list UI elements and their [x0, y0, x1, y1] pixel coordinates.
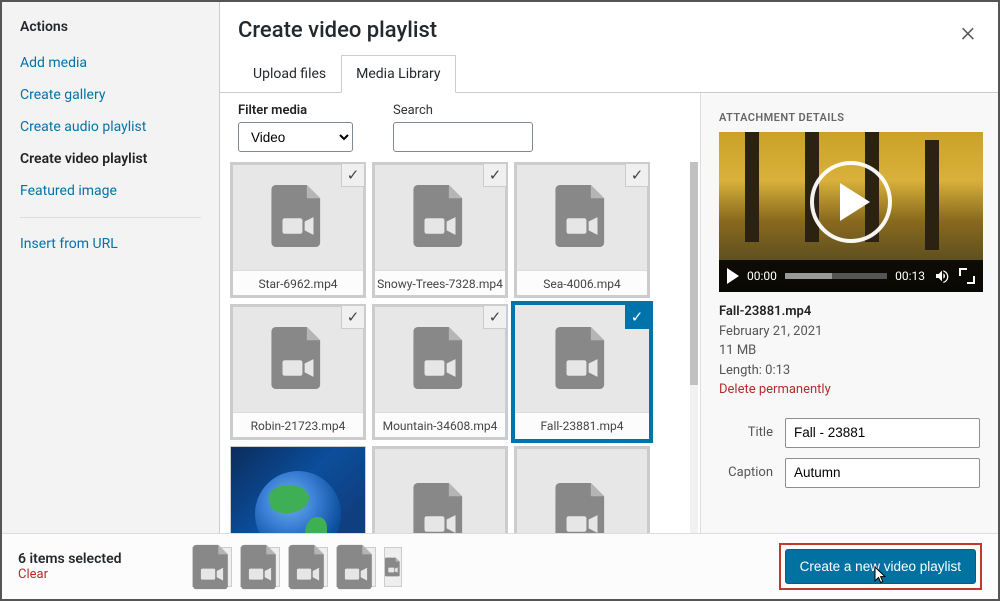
- media-tile[interactable]: [514, 446, 650, 533]
- caption-field-label: Caption: [719, 465, 773, 480]
- detail-heading: ATTACHMENT DETAILS: [719, 111, 980, 124]
- grid-scrollbar[interactable]: [690, 162, 698, 533]
- insert-url-link[interactable]: Insert from URL: [20, 228, 201, 260]
- file-video-icon: [373, 447, 507, 533]
- media-tile[interactable]: [230, 446, 366, 533]
- media-tile[interactable]: Fall-23881.mp4 ✓: [514, 304, 650, 440]
- media-tile[interactable]: [372, 446, 508, 533]
- media-grid: Star-6962.mp4✓Snowy-Trees-7328.mp4✓Sea-4…: [230, 162, 688, 533]
- time-duration: 00:13: [895, 269, 925, 283]
- filter-media-label: Filter media: [238, 103, 353, 118]
- actions-heading: Actions: [20, 19, 201, 35]
- selection-count: 6 items selected: [18, 551, 178, 567]
- delete-permanently-link[interactable]: Delete permanently: [719, 380, 980, 400]
- tabs: Upload files Media Library: [220, 43, 998, 93]
- selection-thumb[interactable]: [336, 547, 376, 587]
- tile-label: Mountain-34608.mp4: [373, 412, 507, 439]
- meta-filename: Fall-23881.mp4: [719, 302, 980, 322]
- meta-size: 11 MB: [719, 341, 980, 361]
- play-overlay-icon[interactable]: [810, 161, 892, 243]
- play-button-icon[interactable]: [727, 268, 739, 284]
- meta-length: Length: 0:13: [719, 361, 980, 381]
- page-title: Create video playlist: [238, 18, 980, 43]
- search-label: Search: [393, 103, 533, 118]
- clear-selection-link[interactable]: Clear: [18, 567, 178, 582]
- selection-thumb[interactable]: [240, 547, 280, 587]
- media-tile[interactable]: Star-6962.mp4 ✓: [230, 162, 366, 298]
- sidebar-item-add-media[interactable]: Add media: [20, 47, 201, 79]
- title-field-label: Title: [719, 425, 773, 440]
- checkmark-icon[interactable]: ✓: [625, 305, 649, 329]
- sidebar-item-create-video-playlist[interactable]: Create video playlist: [20, 143, 201, 175]
- divider: [20, 217, 201, 218]
- selection-thumb[interactable]: [192, 547, 232, 587]
- tab-upload-files[interactable]: Upload files: [238, 55, 341, 93]
- checkmark-icon[interactable]: ✓: [341, 305, 365, 329]
- tile-label: Snowy-Trees-7328.mp4: [373, 270, 507, 297]
- tile-label: Sea-4006.mp4: [515, 270, 649, 297]
- progress-slider[interactable]: [785, 273, 887, 279]
- tile-label: Star-6962.mp4: [231, 270, 365, 297]
- media-tile[interactable]: Mountain-34608.mp4 ✓: [372, 304, 508, 440]
- main-panel: Create video playlist Upload files Media…: [220, 2, 998, 533]
- attachment-meta: Fall-23881.mp4 February 21, 2021 11 MB L…: [719, 302, 980, 400]
- filter-media-select[interactable]: Video: [238, 122, 353, 152]
- title-field[interactable]: [785, 418, 980, 448]
- fullscreen-icon[interactable]: [959, 268, 975, 284]
- caption-field[interactable]: [785, 458, 980, 488]
- create-playlist-button[interactable]: Create a new video playlist: [785, 549, 976, 584]
- actions-sidebar: Actions Add mediaCreate galleryCreate au…: [2, 2, 220, 533]
- checkmark-icon[interactable]: ✓: [483, 163, 507, 187]
- time-current: 00:00: [747, 269, 777, 283]
- checkmark-icon[interactable]: ✓: [483, 305, 507, 329]
- volume-icon[interactable]: [933, 268, 951, 284]
- video-controls: 00:00 00:13: [719, 260, 983, 292]
- attachment-detail-panel: ATTACHMENT DETAILS 00:00 00:13: [700, 93, 998, 533]
- selection-thumb[interactable]: [384, 547, 402, 587]
- selection-thumbnails: [192, 547, 402, 587]
- tile-label: Fall-23881.mp4: [515, 412, 649, 439]
- tab-media-library[interactable]: Media Library: [341, 55, 455, 93]
- sidebar-item-create-gallery[interactable]: Create gallery: [20, 79, 201, 111]
- sidebar-item-create-audio-playlist[interactable]: Create audio playlist: [20, 111, 201, 143]
- image-thumbnail: [231, 447, 365, 533]
- modal-footer: 6 items selected Clear Create a new vide…: [2, 533, 998, 599]
- file-video-icon: [515, 447, 649, 533]
- media-library: Filter media Video Search Star-6962.mp4 ✓…: [220, 93, 700, 533]
- close-button[interactable]: ×: [954, 18, 982, 46]
- media-tile[interactable]: Robin-21723.mp4 ✓: [230, 304, 366, 440]
- video-preview[interactable]: 00:00 00:13: [719, 132, 983, 292]
- search-input[interactable]: [393, 122, 533, 152]
- sidebar-item-featured-image[interactable]: Featured image: [20, 175, 201, 207]
- selection-thumb[interactable]: [288, 547, 328, 587]
- tile-label: Robin-21723.mp4: [231, 412, 365, 439]
- media-tile[interactable]: Snowy-Trees-7328.mp4 ✓: [372, 162, 508, 298]
- meta-date: February 21, 2021: [719, 322, 980, 342]
- media-tile[interactable]: Sea-4006.mp4 ✓: [514, 162, 650, 298]
- checkmark-icon[interactable]: ✓: [341, 163, 365, 187]
- checkmark-icon[interactable]: ✓: [625, 163, 649, 187]
